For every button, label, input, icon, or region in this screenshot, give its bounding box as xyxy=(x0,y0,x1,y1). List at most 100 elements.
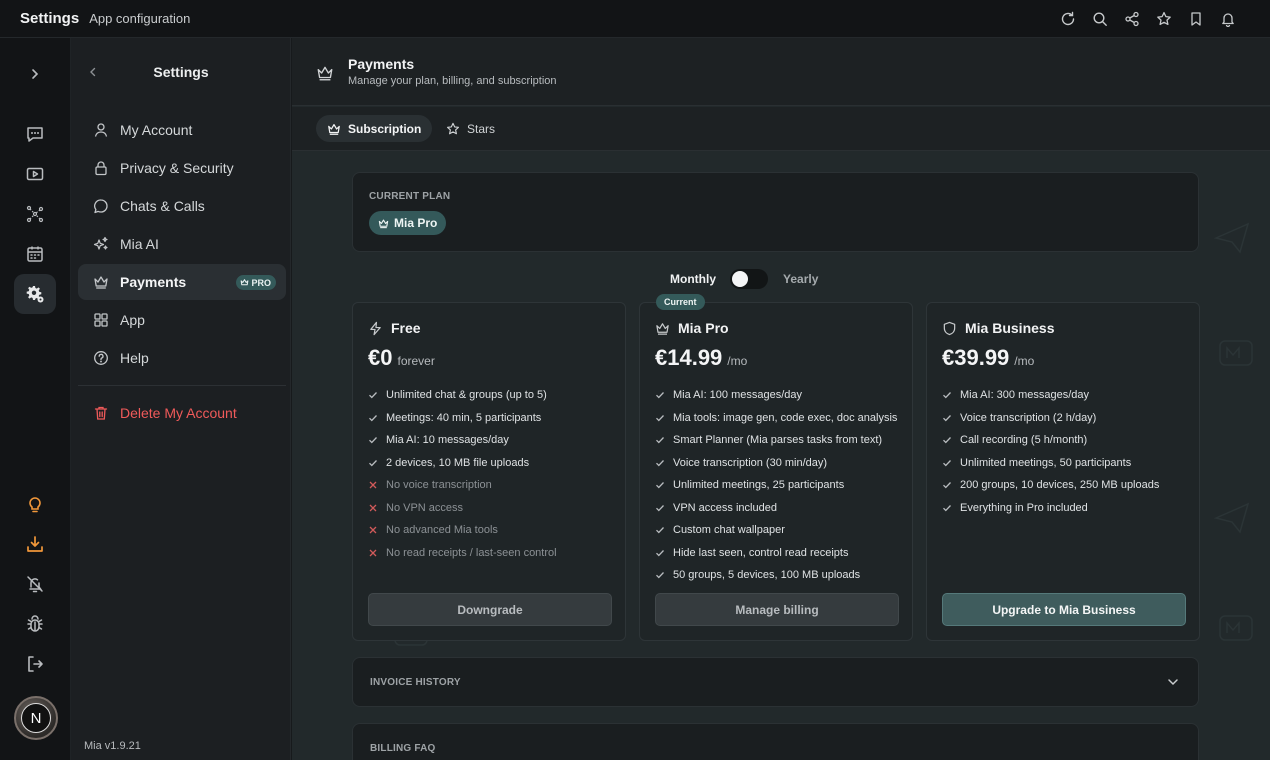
calendar-icon[interactable] xyxy=(25,244,45,264)
bolt-icon xyxy=(368,321,383,336)
sidebar-item-label: App xyxy=(120,312,145,328)
shield-icon xyxy=(942,321,957,336)
plan-card-free: Free €0 forever Unlimited chat & groups … xyxy=(352,302,626,641)
check-icon xyxy=(656,414,664,422)
check-icon xyxy=(369,459,377,467)
download-icon[interactable] xyxy=(25,534,45,554)
user-icon xyxy=(93,122,109,138)
feature-list: Mia AI: 300 messages/day Voice transcrip… xyxy=(942,384,1159,519)
upgrade-button[interactable]: Upgrade to Mia Business xyxy=(942,593,1186,626)
crown-icon xyxy=(316,64,334,82)
plan-period: /mo xyxy=(727,354,748,368)
tab-stars[interactable]: Stars xyxy=(435,115,506,142)
check-icon xyxy=(369,414,377,422)
feature-item: Mia AI: 300 messages/day xyxy=(942,384,1159,407)
monthly-label[interactable]: Monthly xyxy=(670,272,716,286)
network-icon[interactable] xyxy=(25,204,45,224)
chat-bubble-icon xyxy=(93,198,109,214)
logout-icon[interactable] xyxy=(25,654,45,674)
check-icon xyxy=(656,437,664,444)
feature-item: Voice transcription (2 h/day) xyxy=(942,407,1159,430)
sidebar-item-payments[interactable]: Payments PRO xyxy=(78,264,286,300)
page-header: Payments Manage your plan, billing, and … xyxy=(292,38,1270,106)
search-icon[interactable] xyxy=(1092,11,1108,27)
billing-faq-label: BILLING FAQ xyxy=(370,743,436,754)
help-icon xyxy=(93,350,109,366)
plan-price: €39.99 xyxy=(942,345,1010,370)
check-icon xyxy=(656,504,664,512)
plan-name: Mia Business xyxy=(965,320,1055,336)
trash-icon xyxy=(93,405,109,421)
chevron-right-icon[interactable] xyxy=(25,64,45,84)
check-icon xyxy=(369,392,377,399)
check-icon xyxy=(656,549,664,557)
check-icon xyxy=(943,504,951,512)
feature-list: Mia AI: 100 messages/day Mia tools: imag… xyxy=(655,384,897,587)
feature-item: Unlimited meetings, 50 participants xyxy=(942,452,1159,475)
sidebar-item-my-account[interactable]: My Account xyxy=(78,112,286,148)
delete-account-button[interactable]: Delete My Account xyxy=(78,395,286,431)
sidebar-item-privacy[interactable]: Privacy & Security xyxy=(78,150,286,186)
check-icon xyxy=(943,482,951,489)
sidebar-item-label: My Account xyxy=(120,122,193,138)
chat-icon[interactable] xyxy=(25,124,45,144)
current-plan-label: CURRENT PLAN xyxy=(369,191,451,202)
bell-icon[interactable] xyxy=(1220,11,1236,27)
check-icon xyxy=(369,437,377,444)
x-icon xyxy=(369,504,377,512)
bookmark-icon[interactable] xyxy=(1188,11,1204,27)
sidebar-item-label: Payments xyxy=(120,274,187,290)
check-icon xyxy=(656,527,664,534)
feature-item: No voice transcription xyxy=(368,474,557,497)
sidebar-item-label: Help xyxy=(120,350,149,366)
crown-icon xyxy=(378,219,389,228)
avatar-letter: N xyxy=(21,703,51,733)
feature-item: 50 groups, 5 devices, 100 MB uploads xyxy=(655,564,897,587)
bell-off-icon[interactable] xyxy=(25,574,45,594)
share-icon[interactable] xyxy=(1124,11,1140,27)
feature-item: Hide last seen, control read receipts xyxy=(655,542,897,565)
feature-item: 200 groups, 10 devices, 250 MB uploads xyxy=(942,474,1159,497)
current-plan-card: CURRENT PLAN Mia Pro xyxy=(352,172,1199,252)
chevron-down-icon[interactable] xyxy=(1166,675,1180,689)
feature-item: Unlimited chat & groups (up to 5) xyxy=(368,384,557,407)
sidebar-item-app[interactable]: App xyxy=(78,302,286,338)
plan-period: /mo xyxy=(1014,354,1035,368)
sidebar-title: Settings xyxy=(153,64,209,80)
feature-item: Unlimited meetings, 25 participants xyxy=(655,474,897,497)
downgrade-button[interactable]: Downgrade xyxy=(368,593,612,626)
avatar[interactable]: N xyxy=(14,696,58,740)
star-icon[interactable] xyxy=(1156,11,1172,27)
feature-item: VPN access included xyxy=(655,497,897,520)
background-plane-doodle xyxy=(1213,502,1250,534)
invoice-history-section[interactable]: INVOICE HISTORY xyxy=(352,657,1199,707)
background-plane-doodle xyxy=(1213,222,1250,254)
billing-switch[interactable] xyxy=(730,269,768,289)
bug-icon[interactable] xyxy=(25,614,45,634)
lock-icon xyxy=(93,160,109,176)
refresh-icon[interactable] xyxy=(1060,11,1076,27)
tab-subscription[interactable]: Subscription xyxy=(316,115,433,142)
check-icon xyxy=(656,459,664,467)
sidebar-item-chats-calls[interactable]: Chats & Calls xyxy=(78,188,286,224)
billing-faq-section[interactable]: BILLING FAQ xyxy=(352,723,1199,760)
settings-icon[interactable] xyxy=(14,274,56,314)
window-subtitle: App configuration xyxy=(89,11,191,26)
check-icon xyxy=(943,459,951,467)
plan-price: €0 xyxy=(368,345,393,370)
lightbulb-icon[interactable] xyxy=(25,494,45,514)
feature-item: Mia tools: image gen, code exec, doc ana… xyxy=(655,407,897,430)
feature-list: Unlimited chat & groups (up to 5) Meetin… xyxy=(368,384,557,564)
plan-card-mia-pro: Mia Pro €14.99 /mo Mia AI: 100 messages/… xyxy=(639,302,913,641)
background-chat-doodle xyxy=(1219,340,1253,366)
crown-icon xyxy=(93,274,109,290)
sidebar-item-mia-ai[interactable]: Mia AI xyxy=(78,226,286,262)
sidebar-item-help[interactable]: Help xyxy=(78,340,286,376)
feature-item: No VPN access xyxy=(368,497,557,520)
tab-label: Stars xyxy=(467,121,496,136)
app-version: Mia v1.9.21 xyxy=(84,740,141,752)
manage-billing-button[interactable]: Manage billing xyxy=(655,593,899,626)
video-icon[interactable] xyxy=(25,164,45,184)
icon-rail: N xyxy=(0,38,71,760)
yearly-label[interactable]: Yearly xyxy=(783,272,818,286)
